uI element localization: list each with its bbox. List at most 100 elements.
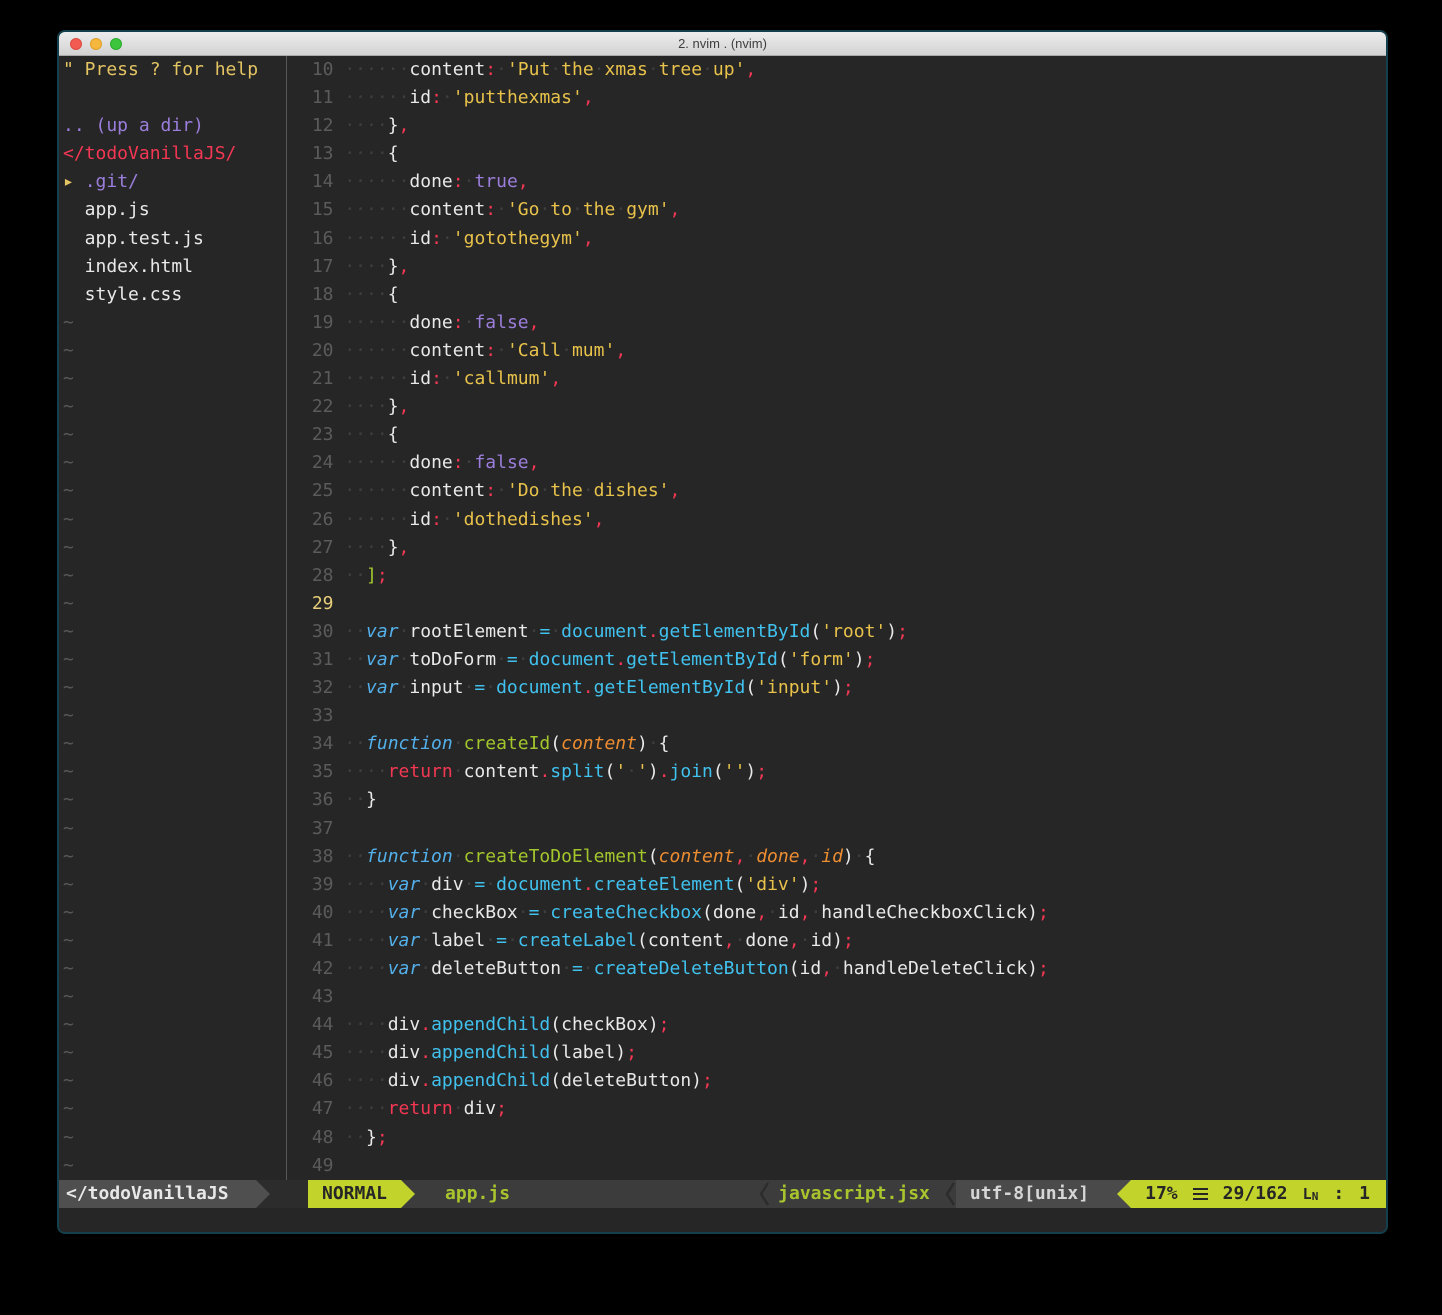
code-line[interactable]: 29 <box>301 590 1386 618</box>
code-token: ~ <box>63 761 74 782</box>
code-line[interactable]: 16······id:·'gotothegym', <box>301 225 1386 253</box>
whitespace-dot: · <box>355 1070 366 1091</box>
whitespace-dot: · <box>518 902 529 923</box>
whitespace-dot: · <box>355 452 366 473</box>
code-line[interactable]: 28··]; <box>301 562 1386 590</box>
vertical-split-separator[interactable] <box>286 56 297 1180</box>
code-line[interactable]: 48··}; <box>301 1124 1386 1152</box>
code-line[interactable]: 12····}, <box>301 112 1386 140</box>
titlebar[interactable]: 2. nvim . (nvim) <box>59 32 1386 56</box>
code-line[interactable]: 37 <box>301 815 1386 843</box>
code-line[interactable]: 25······content:·'Do·the·dishes', <box>301 477 1386 505</box>
line-number: 13 <box>301 140 334 168</box>
line-number: 31 <box>301 646 334 674</box>
code-line[interactable]: 14······done:·true, <box>301 168 1386 196</box>
tree-item[interactable]: " Press ? for help <box>63 56 286 84</box>
code-line[interactable]: 42····var·deleteButton·=·createDeleteBut… <box>301 955 1386 983</box>
code-line[interactable]: 45····div.appendChild(label); <box>301 1039 1386 1067</box>
whitespace-dot: · <box>344 340 355 361</box>
code-line[interactable]: 20······content:·'Call·mum', <box>301 337 1386 365</box>
code-line[interactable]: 11······id:·'putthexmas', <box>301 84 1386 112</box>
line-number: 38 <box>301 843 334 871</box>
code-token: : <box>431 368 442 389</box>
empty-line-tilde: ~ <box>63 1152 286 1180</box>
code-token: ······done <box>344 171 452 192</box>
tree-item[interactable]: ▸ .git/ <box>63 168 286 196</box>
code-line[interactable]: 40····var·checkBox·=·createCheckbox(done… <box>301 899 1386 927</box>
code-token: '' <box>724 761 746 782</box>
code-line[interactable]: 32··var·input·=·document.getElementById(… <box>301 674 1386 702</box>
code-token: " Press ? for help <box>63 59 258 80</box>
code-line[interactable]: 30··var·rootElement·=·document.getElemen… <box>301 618 1386 646</box>
code-line[interactable]: 15······content:·'Go·to·the·gym', <box>301 196 1386 224</box>
code-line[interactable]: 31··var·toDoForm·=·document.getElementBy… <box>301 646 1386 674</box>
nerdtree-panel[interactable]: " Press ? for help .. (up a dir)</todoVan… <box>59 56 286 1180</box>
code-token: ······done <box>344 312 452 333</box>
code-line[interactable]: 23····{ <box>301 421 1386 449</box>
tree-item[interactable]: style.css <box>63 281 286 309</box>
code-line[interactable]: 22····}, <box>301 393 1386 421</box>
code-line[interactable]: 34··function·createId(content)·{ <box>301 730 1386 758</box>
mode-indicator: NORMAL <box>308 1180 401 1208</box>
code-token: ~ <box>63 480 74 501</box>
code-line[interactable]: 49 <box>301 1152 1386 1180</box>
tree-item[interactable]: </todoVanillaJS/ <box>63 140 286 168</box>
code-line[interactable]: 18····{ <box>301 281 1386 309</box>
code-line[interactable]: 43 <box>301 983 1386 1011</box>
tree-item[interactable]: index.html <box>63 253 286 281</box>
whitespace-dot: · <box>810 846 821 867</box>
code-token: ·= <box>496 649 518 670</box>
code-line[interactable]: 21······id:·'callmum', <box>301 365 1386 393</box>
line-number: 11 <box>301 84 334 112</box>
code-line[interactable]: 17····}, <box>301 253 1386 281</box>
empty-line-tilde: ~ <box>63 786 286 814</box>
code-line[interactable]: 24······done:·false, <box>301 449 1386 477</box>
line-number: 17 <box>301 253 334 281</box>
code-token: ·'Put·the·xmas·tree·up' <box>496 59 745 80</box>
code-token: ·id <box>810 846 843 867</box>
maximize-button[interactable] <box>110 38 122 50</box>
whitespace-dot: · <box>377 509 388 530</box>
whitespace-dot: · <box>355 199 366 220</box>
whitespace-dot: · <box>735 930 746 951</box>
code-token: ·div <box>453 1098 496 1119</box>
code-line[interactable]: 39····var·div·=·document.createElement('… <box>301 871 1386 899</box>
code-token: . <box>583 677 594 698</box>
code-panel[interactable]: 10······content:·'Put·the·xmas·tree·up',… <box>297 56 1386 1180</box>
whitespace-dot: · <box>355 87 366 108</box>
code-token: ·done <box>735 930 789 951</box>
statusline-position: 17% 29/162 LN : 1 <box>1131 1180 1386 1208</box>
code-line[interactable]: 41····var·label·=·createLabel(content,·d… <box>301 927 1386 955</box>
code-line[interactable]: 44····div.appendChild(checkBox); <box>301 1011 1386 1039</box>
tree-item[interactable]: .. (up a dir) <box>63 112 286 140</box>
code-line[interactable]: 38··function·createToDoElement(content,·… <box>301 843 1386 871</box>
tree-item[interactable]: app.test.js <box>63 225 286 253</box>
tree-item[interactable] <box>63 84 286 112</box>
code-token: index.html <box>63 256 193 277</box>
line-number: 33 <box>301 702 334 730</box>
code-line[interactable]: 19······done:·false, <box>301 309 1386 337</box>
code-line[interactable]: 36··} <box>301 786 1386 814</box>
whitespace-dot: · <box>355 480 366 501</box>
code-token: ······id <box>344 228 431 249</box>
whitespace-dot: · <box>583 958 594 979</box>
code-line[interactable]: 27····}, <box>301 534 1386 562</box>
code-line[interactable]: 10······content:·'Put·the·xmas·tree·up', <box>301 56 1386 84</box>
code-token: ·= <box>529 621 551 642</box>
code-line[interactable]: 47····return·div; <box>301 1095 1386 1123</box>
empty-line-tilde: ~ <box>63 590 286 618</box>
minimize-button[interactable] <box>90 38 102 50</box>
cursor-column: 1 <box>1359 1180 1370 1208</box>
code-line[interactable]: 33 <box>301 702 1386 730</box>
code-line[interactable]: 35····return·content.split('·').join('')… <box>301 758 1386 786</box>
empty-line-tilde: ~ <box>63 1067 286 1095</box>
code-line[interactable]: 13····{ <box>301 140 1386 168</box>
whitespace-dot: · <box>388 509 399 530</box>
code-line[interactable]: 46····div.appendChild(deleteButton); <box>301 1067 1386 1095</box>
close-button[interactable] <box>70 38 82 50</box>
code-token: ~ <box>63 312 74 333</box>
whitespace-dot: · <box>355 621 366 642</box>
code-token: ····return <box>344 761 452 782</box>
tree-item[interactable]: app.js <box>63 196 286 224</box>
code-line[interactable]: 26······id:·'dothedishes', <box>301 506 1386 534</box>
